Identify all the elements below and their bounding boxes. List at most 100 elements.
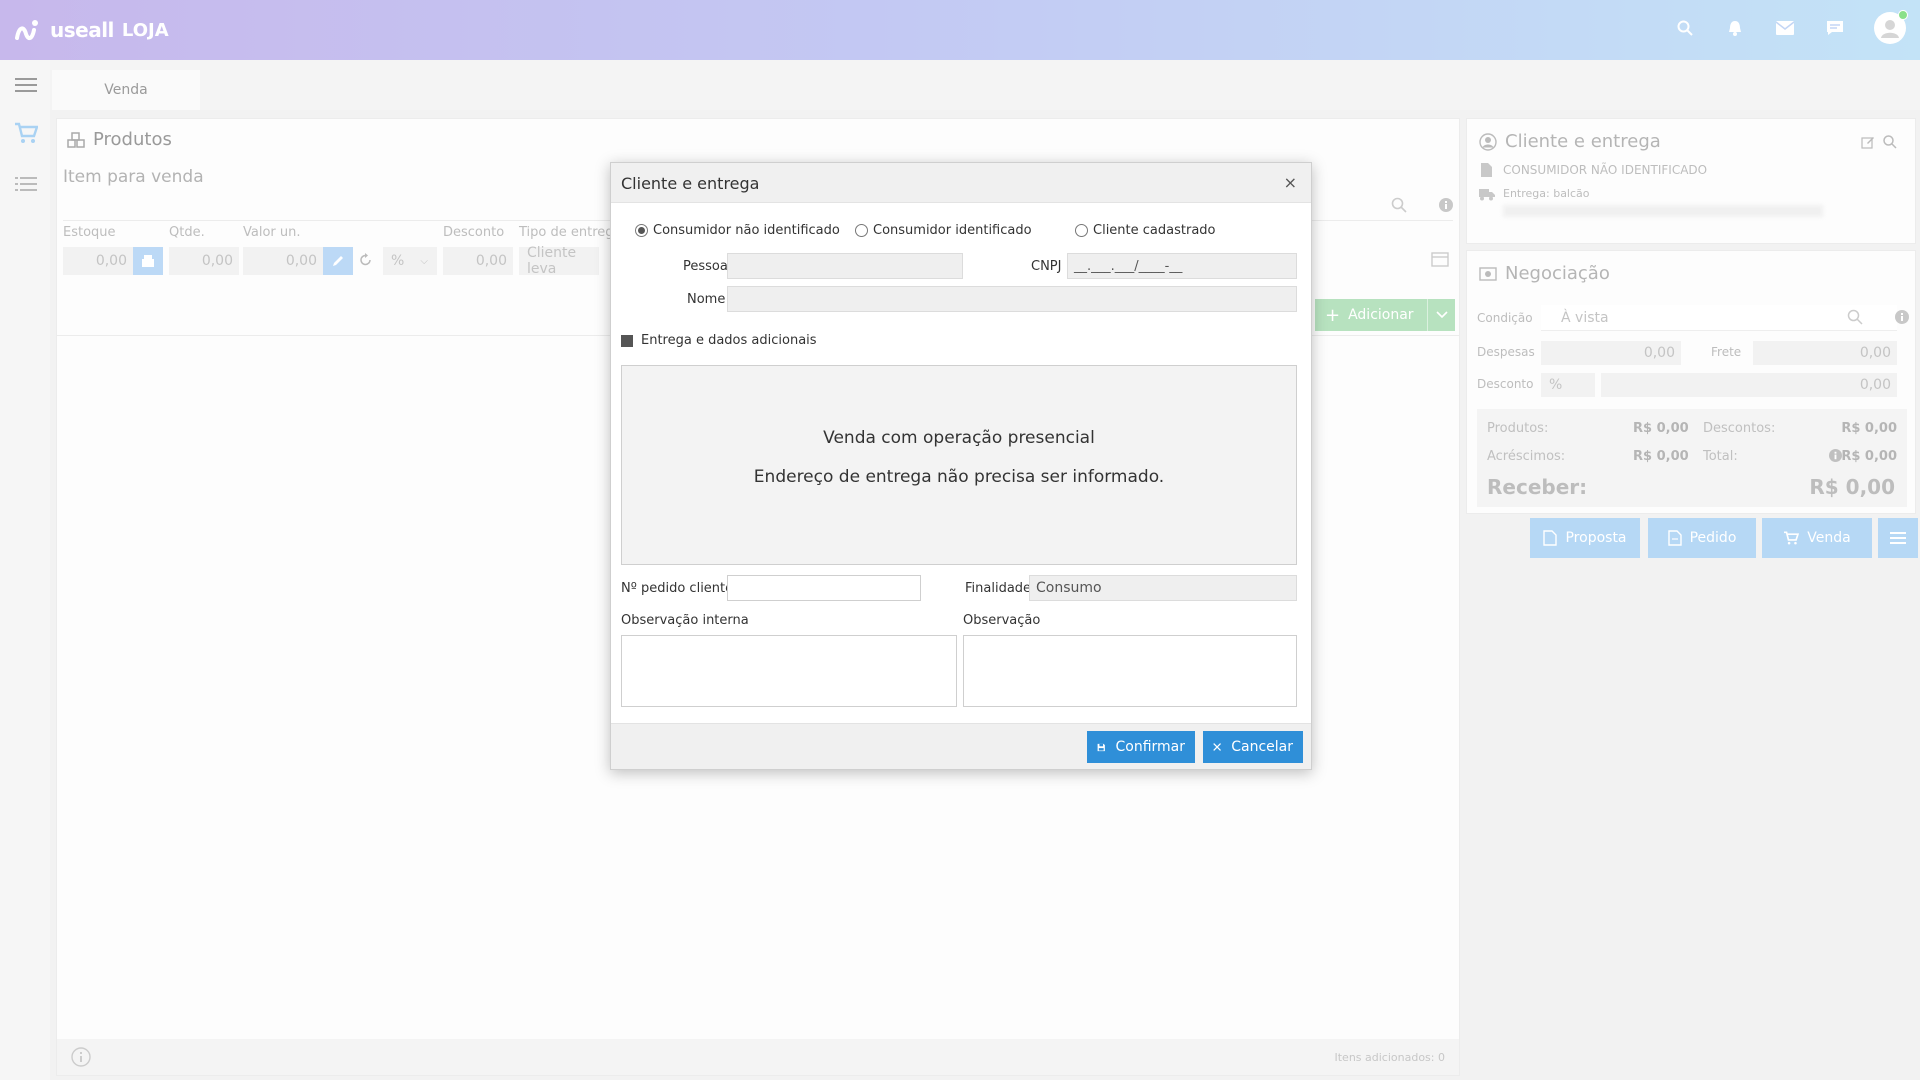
acrescimos-total-label: Acréscimos:	[1487, 449, 1566, 464]
pessoa-input[interactable]	[727, 253, 963, 279]
plus-icon: +	[1325, 304, 1341, 326]
close-icon[interactable]: ×	[1284, 173, 1297, 192]
reset-price-icon[interactable]	[359, 253, 373, 271]
client-delivery-panel: Cliente e entrega CONSUMIDOR NÃO IDENTIF…	[1466, 118, 1916, 244]
search-icon[interactable]	[1674, 17, 1696, 39]
pencil-icon	[333, 256, 343, 266]
desconto-neg-input[interactable]: 0,00	[1601, 373, 1897, 397]
receber-value: R$ 0,00	[1809, 475, 1895, 499]
produtos-total-value: R$ 0,00	[1633, 421, 1689, 436]
chat-icon[interactable]	[1824, 17, 1846, 39]
mail-icon[interactable]	[1774, 17, 1796, 39]
pedido-button[interactable]: Pedido	[1648, 518, 1756, 558]
proposta-button[interactable]: Proposta	[1530, 518, 1640, 558]
save-icon	[1097, 743, 1105, 751]
total-value: R$ 0,00	[1841, 449, 1897, 464]
radio-unidentified-consumer[interactable]: Consumidor não identificado	[635, 223, 840, 238]
checkbox-checked[interactable]	[621, 334, 633, 347]
address-placeholder	[1503, 205, 1823, 217]
condicao-select[interactable]: À vista	[1541, 305, 1897, 331]
desconto-unit-select[interactable]: % ⌵	[383, 247, 437, 275]
note-label: Observação	[963, 613, 1041, 628]
tab-venda[interactable]: Venda	[52, 70, 200, 110]
stock-icon	[142, 255, 154, 267]
items-added-count: Itens adicionados: 0	[1334, 1051, 1446, 1064]
modal-footer: Confirmar Cancelar	[611, 723, 1311, 769]
info-circle-icon[interactable]	[71, 1047, 91, 1071]
user-icon	[1881, 20, 1899, 38]
products-title-text: Produtos	[93, 129, 172, 150]
radio-unchecked[interactable]	[1075, 224, 1088, 237]
proposta-label: Proposta	[1565, 530, 1627, 546]
valor-un-input[interactable]: 0,00	[243, 247, 323, 275]
cancel-button[interactable]: Cancelar	[1203, 731, 1303, 763]
menu-icon[interactable]	[13, 74, 39, 96]
radio-identified-consumer[interactable]: Consumidor identificado	[855, 223, 1032, 238]
desconto-neg-unit[interactable]: %	[1541, 373, 1595, 397]
qtde-input[interactable]: 0,00	[169, 247, 239, 275]
cnpj-input[interactable]: __.___.___/____-__	[1067, 253, 1297, 279]
descontos-total-value: R$ 0,00	[1841, 421, 1897, 436]
radio-unchecked[interactable]	[855, 224, 868, 237]
delivery-additional-checkbox[interactable]: Entrega e dados adicionais	[621, 333, 817, 348]
estoque-label: Estoque	[63, 225, 116, 240]
total-info-icon[interactable]	[1829, 449, 1842, 466]
finalidade-select[interactable]: Consumo	[1029, 575, 1297, 601]
add-item-button[interactable]: + Adicionar	[1315, 299, 1455, 331]
boxes-icon	[67, 131, 85, 148]
cart-icon[interactable]	[13, 122, 39, 144]
desconto-input[interactable]: 0,00	[443, 247, 513, 275]
products-footer: Itens adicionados: 0	[57, 1039, 1459, 1075]
topbar-icons	[1674, 10, 1908, 44]
radio-registered-label: Cliente cadastrado	[1093, 223, 1216, 238]
despesas-label: Despesas	[1477, 345, 1535, 359]
add-item-label: Adicionar	[1348, 307, 1414, 323]
money-icon	[1479, 266, 1497, 281]
search-client-icon[interactable]	[1883, 135, 1897, 153]
client-name: CONSUMIDOR NÃO IDENTIFICADO	[1503, 163, 1708, 177]
list-icon[interactable]	[13, 173, 39, 195]
client-delivery-modal: Cliente e entrega × Consumidor não ident…	[610, 162, 1312, 770]
document-icon	[1543, 530, 1558, 546]
despesas-input[interactable]: 0,00	[1541, 341, 1681, 365]
internal-note-textarea[interactable]	[621, 635, 957, 707]
user-avatar[interactable]	[1874, 10, 1908, 44]
note-textarea[interactable]	[963, 635, 1297, 707]
tipo-entrega-select[interactable]: Cliente leva	[519, 245, 599, 277]
logo[interactable]: useall LOJA	[14, 18, 169, 42]
desconto-label: Desconto	[443, 225, 505, 240]
totals-box: Produtos: R$ 0,00 Descontos: R$ 0,00 Acr…	[1477, 409, 1907, 507]
pessoa-label: Pessoa	[683, 259, 728, 274]
user-circle-icon	[1479, 132, 1497, 151]
radio-checked[interactable]	[635, 224, 648, 237]
client-order-number-input[interactable]	[727, 575, 921, 601]
condicao-info-icon[interactable]	[1895, 310, 1909, 328]
confirm-label: Confirmar	[1115, 739, 1185, 755]
item-search-icon[interactable]	[1391, 197, 1407, 217]
stock-button[interactable]	[133, 247, 163, 275]
venda-button[interactable]: Venda	[1762, 518, 1872, 558]
document-icon	[1481, 163, 1492, 181]
item-for-sale-label: Item para venda	[63, 167, 204, 187]
venda-label: Venda	[1807, 530, 1851, 546]
edit-client-icon[interactable]	[1861, 135, 1875, 153]
radio-registered-client[interactable]: Cliente cadastrado	[1075, 223, 1215, 238]
condicao-search-icon[interactable]	[1847, 309, 1863, 329]
nome-input[interactable]	[727, 286, 1297, 312]
left-rail	[0, 60, 50, 1080]
valor-un-label: Valor un.	[243, 225, 301, 240]
internal-note-label: Observação interna	[621, 613, 749, 628]
notifications-icon[interactable]	[1724, 17, 1746, 39]
add-options-chevron-icon[interactable]	[1427, 299, 1455, 331]
calendar-icon[interactable]	[1431, 251, 1449, 271]
item-info-icon[interactable]	[1439, 198, 1453, 216]
delivery-info-message: Endereço de entrega não precisa ser info…	[753, 467, 1165, 487]
total-label: Total:	[1703, 449, 1738, 464]
more-actions-button[interactable]	[1878, 518, 1918, 558]
truck-icon	[1479, 187, 1495, 205]
delivery-info-title: Venda com operação presencial	[823, 428, 1095, 448]
confirm-button[interactable]: Confirmar	[1087, 731, 1195, 763]
frete-input[interactable]: 0,00	[1753, 341, 1897, 365]
edit-price-button[interactable]	[323, 247, 353, 275]
delivery-additional-label: Entrega e dados adicionais	[641, 333, 817, 348]
